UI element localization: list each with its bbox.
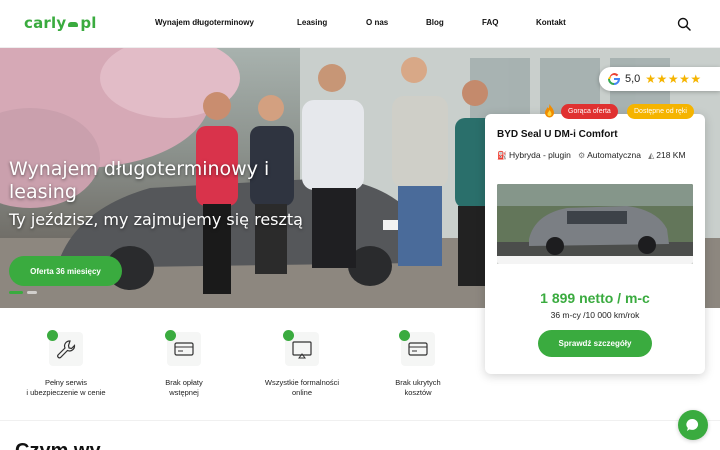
chat-button[interactable]: [678, 410, 708, 440]
google-rating-badge[interactable]: 5,0 ★★★★★: [599, 67, 720, 91]
feature-label: Pełny serwis i ubezpieczenie w cenie: [6, 378, 126, 398]
offer-36-months-button[interactable]: Oferta 36 miesięcy: [9, 256, 122, 286]
hero-subtitle: Ty jeździsz, my zajmujemy się resztą: [9, 210, 303, 229]
feature-no-hidden-costs: Brak ukrytych kosztów: [358, 330, 478, 398]
check-details-button[interactable]: Sprawdź szczegóły: [538, 330, 652, 357]
offer-car-photo: [497, 184, 693, 264]
logo-tld: pl: [80, 14, 97, 32]
feature-icon-box: [283, 330, 319, 366]
spec-gearbox: Automatyczna: [587, 150, 641, 160]
nav-leasing[interactable]: Leasing: [297, 18, 327, 27]
feature-no-fee: Brak opłaty wstępnej: [124, 330, 244, 398]
chat-icon: [686, 418, 699, 431]
logo-text: carly: [24, 14, 67, 32]
rating-value: 5,0: [625, 73, 641, 85]
feature-full-service: Pełny serwis i ubezpieczenie w cenie: [6, 330, 126, 398]
feature-icon-box: [399, 330, 435, 366]
offer-card[interactable]: BYD Seal U DM-i Comfort ⛽ Hybryda - plugi…: [485, 114, 705, 374]
site-header: carly pl Wynajem długoterminowy Leasing O…: [0, 0, 720, 48]
check-icon: [399, 330, 410, 341]
feature-label-text: Brak ukrytych kosztów: [395, 378, 441, 397]
slider-dot[interactable]: [27, 291, 37, 294]
offer-car-title: BYD Seal U DM-i Comfort: [497, 129, 618, 140]
slider-dot-active[interactable]: [9, 291, 23, 294]
search-icon[interactable]: [677, 17, 691, 31]
feature-label: Wszystkie formalności online: [242, 378, 362, 398]
feature-label-text: Brak opłaty wstępnej: [165, 378, 203, 397]
offer-terms: 36 m-cy /10 000 km/rok: [550, 310, 640, 320]
feature-online-formalities: Wszystkie formalności online: [242, 330, 362, 398]
offer-specs: ⛽ Hybryda - plugin ⚙ Automatyczna ◭ 218 KM: [497, 149, 697, 162]
check-icon: [283, 330, 294, 341]
nav-long-term-rental[interactable]: Wynajem długoterminowy: [155, 18, 254, 27]
nav-about[interactable]: O nas: [366, 18, 388, 27]
engine-icon: ◭: [648, 151, 655, 160]
spec-fuel: Hybryda - plugin: [508, 150, 571, 160]
hot-offer-badge: Gorąca oferta: [561, 104, 618, 119]
google-icon: [608, 72, 620, 85]
section-heading: Czym wy: [15, 440, 101, 450]
check-icon: [47, 330, 58, 341]
logo[interactable]: carly pl: [24, 14, 97, 32]
feature-label-text: Wszystkie formalności online: [264, 378, 340, 397]
section-divider: [0, 420, 720, 421]
nav-contact[interactable]: Kontakt: [536, 18, 566, 27]
nav-faq[interactable]: FAQ: [482, 18, 498, 27]
hero-title: Wynajem długoterminowy i leasing: [9, 158, 270, 203]
offer-price: 1 899 netto / m-c: [540, 290, 650, 306]
feature-icon-box: [47, 330, 83, 366]
gearbox-icon: ⚙: [577, 151, 586, 160]
logo-car-icon: [68, 22, 79, 27]
slider-dots: [9, 291, 37, 294]
rating-stars: ★★★★★: [645, 72, 702, 86]
fire-icon: [545, 104, 554, 118]
feature-label-text: Pełny serwis i ubezpieczenie w cenie: [26, 378, 106, 397]
feature-label: Brak opłaty wstępnej: [124, 378, 244, 398]
spec-power: 218 KM: [656, 150, 686, 160]
feature-label: Brak ukrytych kosztów: [358, 378, 478, 398]
check-icon: [165, 330, 176, 341]
fuel-icon: ⛽: [497, 151, 507, 160]
feature-icon-box: [165, 330, 201, 366]
nav-blog[interactable]: Blog: [426, 18, 444, 27]
available-now-badge: Dostępne od ręki: [627, 104, 694, 119]
